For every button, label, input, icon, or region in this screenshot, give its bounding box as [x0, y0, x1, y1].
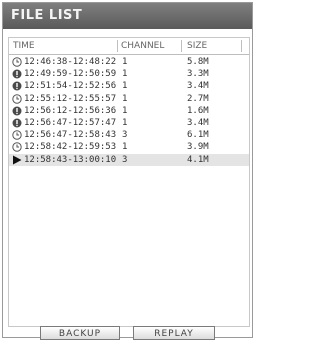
list-row[interactable]: 12:56:47-12:58:43 3 6.1M	[9, 129, 249, 141]
row-size: 2.7M	[187, 93, 209, 104]
list-row[interactable]: 12:56:12-12:56:36 1 1.6M	[9, 105, 249, 117]
file-list: TIME CHANNEL SIZE 12:46:38-12:48:22 1 5.…	[8, 37, 250, 327]
row-channel: 1	[122, 117, 128, 128]
alarm-icon	[12, 118, 22, 128]
column-divider	[117, 40, 118, 52]
list-header: TIME CHANNEL SIZE	[9, 38, 249, 55]
play-arrow-icon	[12, 155, 22, 165]
row-time: 12:55:12-12:55:57	[24, 93, 117, 104]
row-channel: 1	[122, 142, 128, 153]
column-header-size[interactable]: SIZE	[187, 38, 207, 54]
row-size: 4.1M	[187, 154, 209, 165]
row-channel: 3	[122, 130, 128, 141]
list-row[interactable]: 12:46:38-12:48:22 1 5.8M	[9, 56, 249, 68]
row-size: 3.4M	[187, 81, 209, 92]
panel-title: FILE LIST	[3, 3, 252, 29]
row-time: 12:46:38-12:48:22	[24, 57, 117, 67]
column-header-channel[interactable]: CHANNEL	[121, 38, 164, 54]
list-row[interactable]: 12:51:54-12:52:56 1 3.4M	[9, 80, 249, 92]
alarm-icon	[12, 69, 22, 79]
list-row-selected[interactable]: 12:58:43-13:00:10 3 4.1M	[9, 153, 249, 166]
alarm-icon	[12, 106, 22, 116]
row-size: 5.8M	[187, 57, 209, 67]
clock-icon	[12, 142, 22, 153]
clock-icon	[12, 93, 22, 104]
column-divider	[241, 40, 242, 52]
row-channel: 1	[122, 81, 128, 92]
list-row[interactable]: 12:56:47-12:57:47 1 3.4M	[9, 117, 249, 129]
list-row[interactable]: 12:55:12-12:55:57 1 2.7M	[9, 93, 249, 105]
row-time: 12:56:12-12:56:36	[24, 105, 117, 116]
list-row[interactable]: 12:58:42-12:59:53 1 3.9M	[9, 141, 249, 153]
row-time: 12:56:47-12:57:47	[24, 117, 117, 128]
clock-icon	[12, 130, 22, 140]
row-channel: 1	[122, 69, 128, 80]
row-time: 12:49:59-12:50:59	[24, 69, 117, 80]
row-time: 12:58:42-12:59:53	[24, 142, 117, 153]
list-row[interactable]: 12:49:59-12:50:59 1 3.3M	[9, 68, 249, 80]
row-time: 12:58:43-13:00:10	[24, 154, 117, 165]
alarm-icon	[12, 81, 22, 91]
file-list-panel: FILE LIST TIME CHANNEL SIZE 12:46:38-12:…	[2, 2, 253, 338]
replay-button[interactable]: REPLAY	[133, 326, 215, 340]
list-rows: 12:46:38-12:48:22 1 5.8M 12:49:59-12:50:…	[9, 56, 249, 166]
backup-button[interactable]: BACKUP	[40, 326, 120, 340]
row-channel: 1	[122, 93, 128, 104]
row-size: 1.6M	[187, 105, 209, 116]
row-channel: 1	[122, 57, 128, 67]
row-size: 6.1M	[187, 130, 209, 141]
clock-icon	[12, 57, 22, 67]
row-time: 12:51:54-12:52:56	[24, 81, 117, 92]
column-divider	[181, 40, 182, 52]
row-size: 3.4M	[187, 117, 209, 128]
column-header-time[interactable]: TIME	[13, 38, 35, 54]
row-time: 12:56:47-12:58:43	[24, 130, 117, 141]
row-channel: 1	[122, 105, 128, 116]
row-size: 3.3M	[187, 69, 209, 80]
row-size: 3.9M	[187, 142, 209, 153]
row-channel: 3	[122, 154, 128, 165]
